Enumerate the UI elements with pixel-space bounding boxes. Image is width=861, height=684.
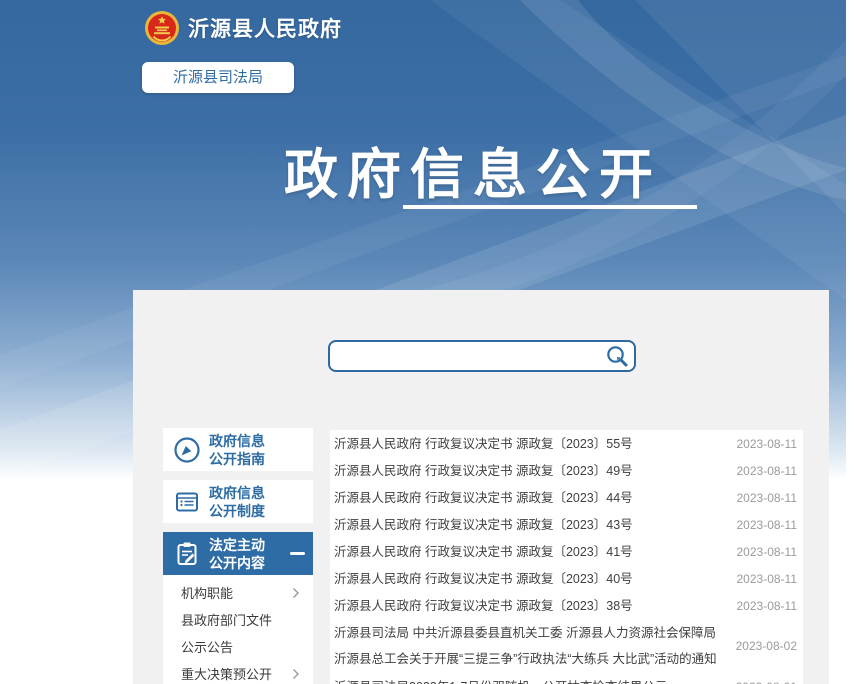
document-date: 2023-08-01 [729,680,803,684]
list-item[interactable]: 沂源县人民政府 行政复议决定书 源政复〔2023〕43号 2023-08-11 [330,511,803,538]
department-button[interactable]: 沂源县司法局 [142,62,294,93]
search-icon [605,344,629,368]
document-title[interactable]: 沂源县司法局2023年1-7月份双随机一公开抽查检查结果公示 [330,679,729,684]
submenu-item-label: 重大决策预公开 [181,664,272,683]
submenu-item-label: 机构职能 [181,583,233,602]
sidebar-item-statutory-disclosure[interactable]: 法定主动 公开内容 [163,532,313,575]
page: 沂源县人民政府 沂源县司法局 政府信息公开 [0,0,861,684]
document-date: 2023-08-02 [729,639,803,653]
search-box [328,340,636,372]
sidebar: 政府信息 公开指南 政府信息 公开制度 [163,428,313,684]
list-item[interactable]: 沂源县人民政府 行政复议决定书 源政复〔2023〕55号 2023-08-11 [330,430,803,457]
sidebar-submenu: 机构职能 县政府部门文件 公示公告 重大决策预公开 [163,575,313,684]
document-icon [172,488,202,516]
sidebar-item-label: 公开内容 [209,554,265,572]
document-date: 2023-08-11 [729,572,803,586]
document-title[interactable]: 沂源县人民政府 行政复议决定书 源政复〔2023〕41号 [330,544,729,560]
title-underline [403,205,697,209]
document-title[interactable]: 沂源县司法局 中共沂源县委县直机关工委 沂源县人力资源社会保障局 沂源县总工会关… [330,620,729,672]
search-input[interactable] [330,342,600,370]
sidebar-item-rules[interactable]: 政府信息 公开制度 [163,480,313,523]
list-item[interactable]: 沂源县人民政府 行政复议决定书 源政复〔2023〕41号 2023-08-11 [330,538,803,565]
submenu-item-label: 县政府部门文件 [181,610,272,629]
submenu-item-public-notices[interactable]: 公示公告 [163,633,313,660]
site-name: 沂源县人民政府 [188,13,342,43]
content-panel: 政府信息 公开指南 政府信息 公开制度 [133,290,829,684]
chevron-right-icon [292,587,300,599]
submenu-item-major-decisions[interactable]: 重大决策预公开 [163,660,313,684]
list-item[interactable]: 沂源县人民政府 行政复议决定书 源政复〔2023〕49号 2023-08-11 [330,457,803,484]
document-date: 2023-08-11 [729,599,803,613]
collapse-minus-icon[interactable] [290,552,305,555]
list-item[interactable]: 沂源县人民政府 行政复议决定书 源政复〔2023〕38号 2023-08-11 [330,592,803,619]
chevron-right-icon [292,668,300,680]
document-title[interactable]: 沂源县人民政府 行政复议决定书 源政复〔2023〕49号 [330,463,729,479]
document-date: 2023-08-11 [729,464,803,478]
document-date: 2023-08-11 [729,437,803,451]
page-title: 政府信息公开 [284,130,662,209]
document-title[interactable]: 沂源县人民政府 行政复议决定书 源政复〔2023〕38号 [330,598,729,614]
compass-icon [172,435,202,465]
document-list: 沂源县人民政府 行政复议决定书 源政复〔2023〕55号 2023-08-11 … [330,430,803,684]
document-title[interactable]: 沂源县人民政府 行政复议决定书 源政复〔2023〕55号 [330,436,729,452]
sidebar-item-label: 政府信息 [209,432,265,450]
document-date: 2023-08-11 [729,545,803,559]
submenu-item-dept-documents[interactable]: 县政府部门文件 [163,606,313,633]
submenu-item-org-functions[interactable]: 机构职能 [163,579,313,606]
search-button[interactable] [600,342,634,370]
clipboard-pen-icon [172,540,202,568]
national-emblem-icon [144,10,180,46]
site-logo-brand[interactable]: 沂源县人民政府 [144,10,342,46]
sidebar-item-label: 公开制度 [209,502,265,520]
document-title[interactable]: 沂源县人民政府 行政复议决定书 源政复〔2023〕43号 [330,517,729,533]
document-date: 2023-08-11 [729,518,803,532]
sidebar-item-guide[interactable]: 政府信息 公开指南 [163,428,313,471]
document-title[interactable]: 沂源县人民政府 行政复议决定书 源政复〔2023〕44号 [330,490,729,506]
list-item[interactable]: 沂源县司法局 中共沂源县委县直机关工委 沂源县人力资源社会保障局 沂源县总工会关… [330,619,803,673]
list-item[interactable]: 沂源县人民政府 行政复议决定书 源政复〔2023〕44号 2023-08-11 [330,484,803,511]
list-item[interactable]: 沂源县司法局2023年1-7月份双随机一公开抽查检查结果公示 2023-08-0… [330,673,803,684]
list-item[interactable]: 沂源县人民政府 行政复议决定书 源政复〔2023〕40号 2023-08-11 [330,565,803,592]
sidebar-item-label: 公开指南 [209,450,265,468]
document-title[interactable]: 沂源县人民政府 行政复议决定书 源政复〔2023〕40号 [330,571,729,587]
submenu-item-label: 公示公告 [181,637,233,656]
sidebar-item-label: 政府信息 [209,484,265,502]
sidebar-item-label: 法定主动 [209,536,265,554]
document-date: 2023-08-11 [729,491,803,505]
